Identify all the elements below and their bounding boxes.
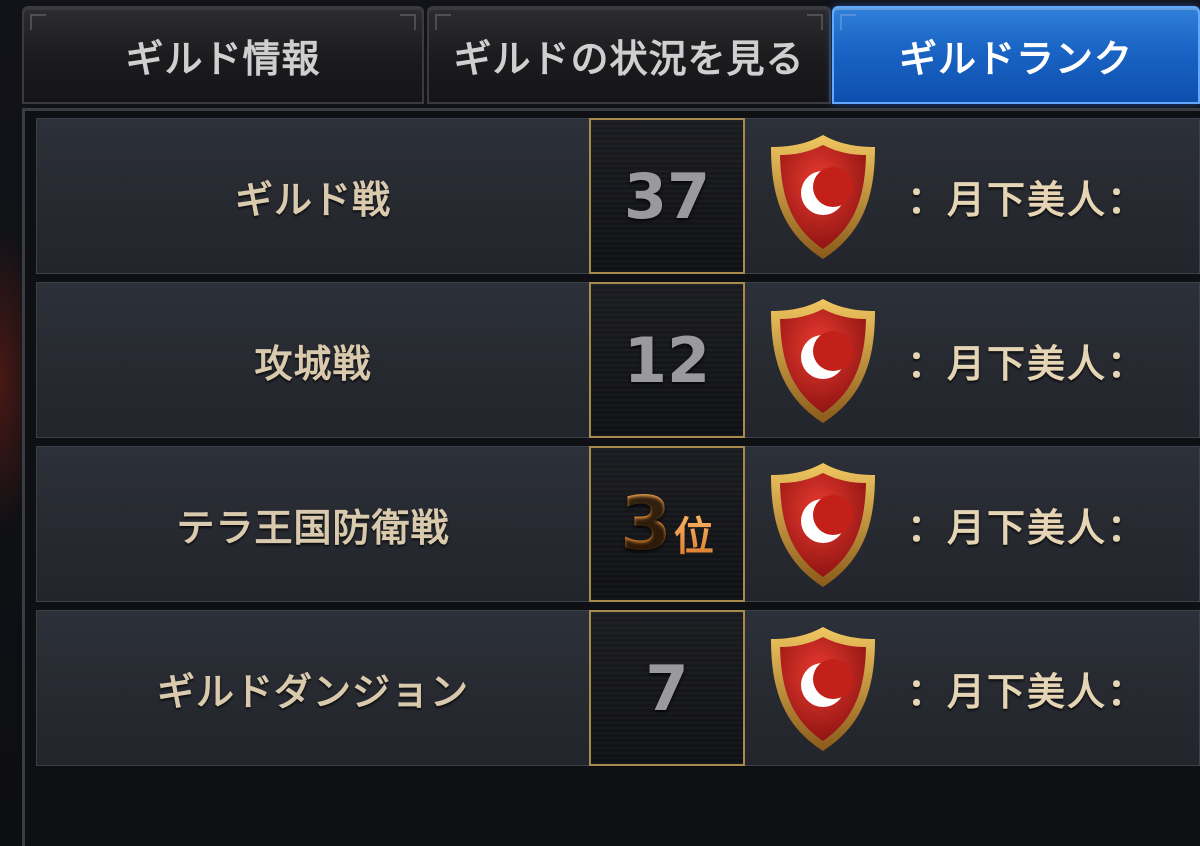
rank-row-guild-dungeon: ギルドダンジョン 7 ：月下美人：	[36, 610, 1200, 766]
rank-number: 12	[623, 323, 711, 397]
tab-corner-ornament	[435, 14, 451, 30]
guild-name: ：月下美人：	[907, 341, 1148, 386]
rank-row-guild-war: ギルド戦 37 ：月下美人：	[36, 118, 1200, 274]
rank-number: 37	[623, 159, 711, 233]
tab-corner-ornament	[400, 14, 416, 30]
rank-category-label: 攻城戦	[254, 341, 372, 386]
tab-corner-ornament	[807, 14, 823, 30]
rank-value-box: 3 位	[589, 446, 745, 602]
tab-guild-info[interactable]: ギルド情報	[22, 6, 424, 104]
rank-number: 7	[645, 651, 689, 725]
rank-value-box: 12	[589, 282, 745, 438]
red-shield-crescent-icon	[771, 627, 875, 751]
tab-label: ギルド情報	[125, 36, 321, 81]
guild-name: ：月下美人：	[907, 505, 1148, 550]
tab-bar: ギルド情報 ギルドの状況を見る ギルドランク	[22, 6, 1200, 104]
rank-value-box: 7	[589, 610, 745, 766]
tab-label: ギルドの状況を見る	[453, 36, 805, 81]
rank-number: 3	[620, 481, 672, 567]
rank-suffix: 位	[674, 504, 714, 562]
guild-name: ：月下美人：	[907, 669, 1148, 714]
red-shield-crescent-icon	[771, 463, 875, 587]
rank-value-box: 37	[589, 118, 745, 274]
rank-row-tera-defense: テラ王国防衛戦 3 位 ：月下美人：	[36, 446, 1200, 602]
tab-corner-ornament	[30, 14, 46, 30]
rank-category-label: ギルド戦	[234, 177, 391, 222]
red-shield-crescent-icon	[771, 135, 875, 259]
rank-row-siege-war: 攻城戦 12 ：月下美人：	[36, 282, 1200, 438]
rank-category-label: テラ王国防衛戦	[176, 505, 450, 550]
tab-corner-ornament	[840, 14, 856, 30]
guild-rank-screen: ギルド情報 ギルドの状況を見る ギルドランク ギルド戦 37 ：月下美人： 攻城…	[0, 0, 1200, 846]
tab-guild-rank[interactable]: ギルドランク	[832, 6, 1200, 104]
tab-guild-status[interactable]: ギルドの状況を見る	[427, 6, 831, 104]
rank-category-label: ギルドダンジョン	[156, 669, 469, 714]
red-shield-crescent-icon	[771, 299, 875, 423]
tab-label: ギルドランク	[898, 36, 1133, 81]
guild-name: ：月下美人：	[907, 177, 1148, 222]
